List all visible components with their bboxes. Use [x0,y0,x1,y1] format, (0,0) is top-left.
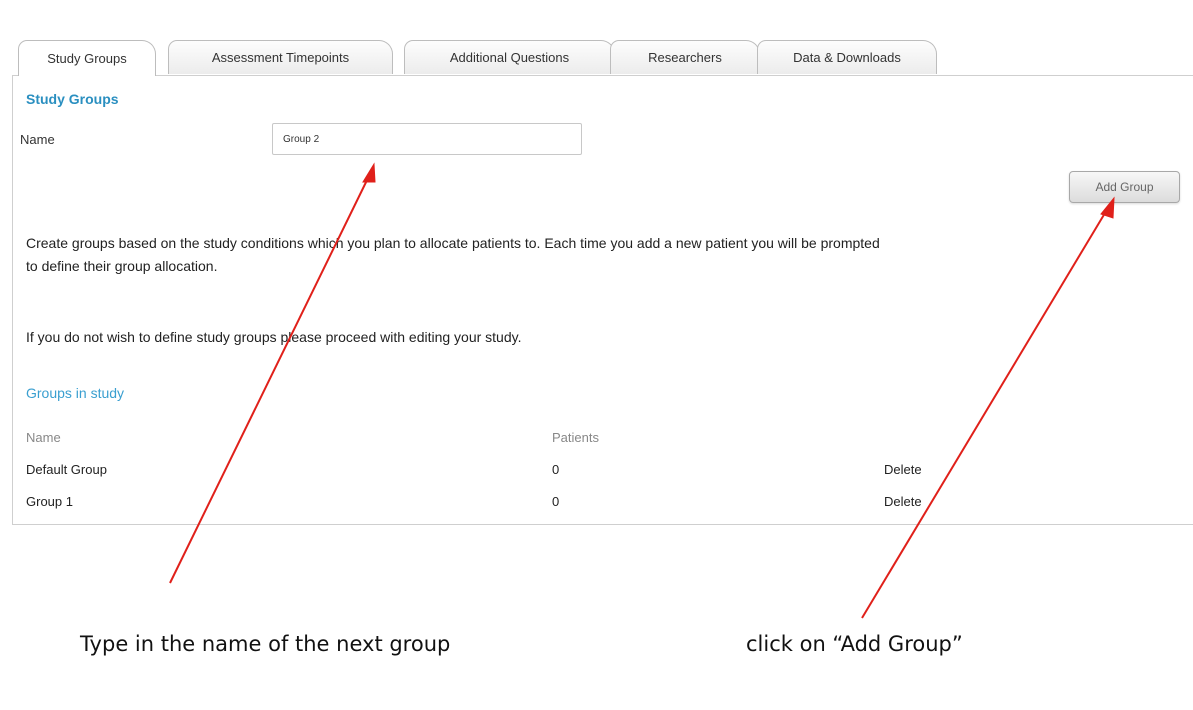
group-row-patients: 0 [552,462,560,477]
column-header-name: Name [26,430,61,445]
info-text-line3: If you do not wish to define study group… [26,329,522,345]
info-text-line2: to define their group allocation. [26,258,218,274]
group-row-patients: 0 [552,494,560,509]
add-group-button[interactable]: Add Group [1069,171,1180,203]
groups-section-title: Groups in study [26,385,125,401]
tab-researchers[interactable]: Researchers [610,40,760,74]
delete-link[interactable]: Delete [884,462,922,477]
name-label: Name [20,132,55,147]
group-name-input[interactable] [272,123,582,155]
tab-bar: Study Groups Assessment Timepoints Addit… [18,40,1193,76]
tab-study-groups[interactable]: Study Groups [18,40,156,76]
group-row-name: Default Group [26,462,107,477]
section-title: Study Groups [26,91,119,107]
info-text-line1: Create groups based on the study conditi… [26,235,880,251]
delete-link[interactable]: Delete [884,494,922,509]
column-header-patients: Patients [552,430,599,445]
left-annotation-caption: Type in the name of the next group [80,632,451,656]
tab-assessment-timepoints[interactable]: Assessment Timepoints [168,40,393,74]
tab-additional-questions[interactable]: Additional Questions [404,40,615,74]
right-annotation-caption: click on “Add Group” [746,632,963,656]
group-row-name: Group 1 [26,494,73,509]
tab-data-downloads[interactable]: Data & Downloads [757,40,937,74]
study-groups-panel [12,75,1193,525]
